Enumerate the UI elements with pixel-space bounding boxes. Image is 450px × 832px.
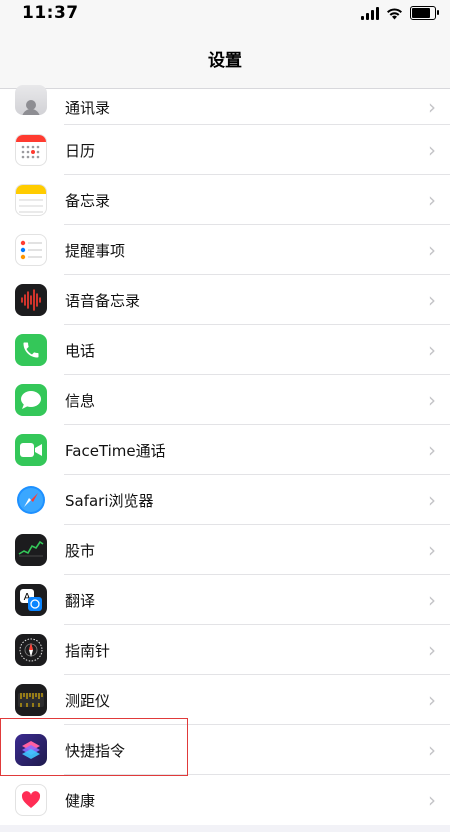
facetime-icon xyxy=(15,434,47,466)
battery-icon xyxy=(410,6,439,20)
settings-item-label: 测距仪 xyxy=(65,691,111,710)
chevron-right-icon: › xyxy=(428,338,436,362)
chevron-right-icon: › xyxy=(428,288,436,312)
settings-item-notes[interactable]: 备忘录 › xyxy=(0,175,450,225)
settings-item-label: 健康 xyxy=(65,791,96,810)
settings-item-phone[interactable]: 电话 › xyxy=(0,325,450,375)
health-icon xyxy=(15,784,47,816)
chevron-right-icon: › xyxy=(428,438,436,462)
chevron-right-icon: › xyxy=(428,638,436,662)
settings-item-label: Safari浏览器 xyxy=(65,491,154,510)
status-bar: 11:37 xyxy=(0,0,450,28)
chevron-right-icon: › xyxy=(428,388,436,412)
settings-item-label: 指南针 xyxy=(65,641,111,660)
settings-item-voice-memos[interactable]: 语音备忘录 › xyxy=(0,275,450,325)
chevron-right-icon: › xyxy=(428,538,436,562)
chevron-right-icon: › xyxy=(428,95,436,119)
wifi-icon xyxy=(387,7,402,19)
voice-memos-icon xyxy=(15,284,47,316)
settings-item-label: FaceTime通话 xyxy=(65,441,166,460)
settings-item-label: 通讯录 xyxy=(65,98,111,117)
chevron-right-icon: › xyxy=(428,788,436,812)
settings-item-label: 电话 xyxy=(65,341,96,360)
chevron-right-icon: › xyxy=(428,238,436,262)
compass-icon xyxy=(15,634,47,666)
settings-item-messages[interactable]: 信息 › xyxy=(0,375,450,425)
settings-item-facetime[interactable]: FaceTime通话 › xyxy=(0,425,450,475)
highlight-box xyxy=(0,718,188,776)
settings-item-health[interactable]: 健康 › xyxy=(0,775,450,825)
settings-item-contacts[interactable]: 通讯录 › xyxy=(0,85,450,125)
settings-item-calendar[interactable]: 日历 › xyxy=(0,125,450,175)
translate-icon: A xyxy=(15,584,47,616)
settings-item-label: 提醒事项 xyxy=(65,241,126,260)
page-title: 设置 xyxy=(208,50,242,71)
settings-list: 通讯录 › 日历 › 备忘录 › 提醒事项 › 语音备忘录 › 电话 › 信息 … xyxy=(0,85,450,825)
cellular-signal-icon xyxy=(361,6,379,20)
settings-item-label: 翻译 xyxy=(65,591,96,610)
settings-item-label: 日历 xyxy=(65,141,96,160)
settings-item-stocks[interactable]: 股市 › xyxy=(0,525,450,575)
settings-item-translate[interactable]: A 翻译 › xyxy=(0,575,450,625)
settings-item-compass[interactable]: 指南针 › xyxy=(0,625,450,675)
chevron-right-icon: › xyxy=(428,138,436,162)
chevron-right-icon: › xyxy=(428,738,436,762)
contacts-icon xyxy=(15,85,47,115)
chevron-right-icon: › xyxy=(428,588,436,612)
phone-icon xyxy=(15,334,47,366)
settings-item-label: 股市 xyxy=(65,541,96,560)
measure-icon xyxy=(15,684,47,716)
stocks-icon xyxy=(15,534,47,566)
status-time: 11:37 xyxy=(22,3,79,23)
chevron-right-icon: › xyxy=(428,188,436,212)
reminders-icon xyxy=(15,234,47,266)
navigation-bar: 设置 xyxy=(0,28,450,89)
chevron-right-icon: › xyxy=(428,488,436,512)
safari-icon xyxy=(15,484,47,516)
status-icons xyxy=(361,6,439,20)
settings-item-reminders[interactable]: 提醒事项 › xyxy=(0,225,450,275)
chevron-right-icon: › xyxy=(428,688,436,712)
settings-item-label: 语音备忘录 xyxy=(65,291,141,310)
settings-item-safari[interactable]: Safari浏览器 › xyxy=(0,475,450,525)
calendar-icon xyxy=(15,134,47,166)
messages-icon xyxy=(15,384,47,416)
settings-item-label: 备忘录 xyxy=(65,191,111,210)
settings-item-label: 信息 xyxy=(65,391,96,410)
notes-icon xyxy=(15,184,47,216)
